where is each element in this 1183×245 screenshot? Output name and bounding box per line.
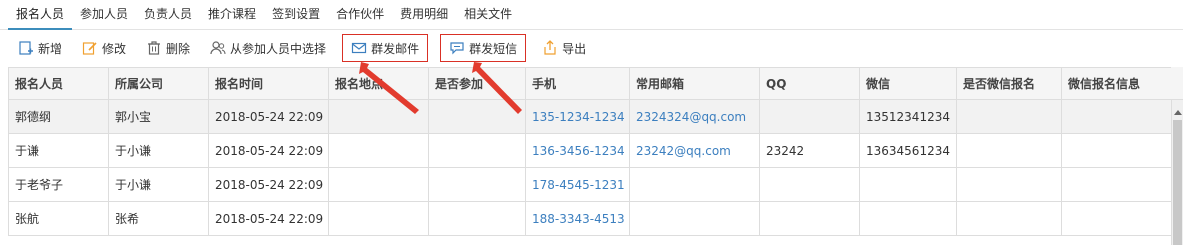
col-header-company[interactable]: 所属公司 xyxy=(108,67,209,100)
add-button[interactable]: 新增 xyxy=(14,35,66,61)
col-header-location[interactable]: 报名地点 xyxy=(328,67,429,100)
cell-time: 2018-05-24 22:09 xyxy=(208,99,329,134)
col-header-phone[interactable]: 手机 xyxy=(525,67,630,100)
cell-email[interactable]: 23242@qq.com xyxy=(629,133,760,168)
table-row[interactable]: 于谦 于小谦 2018-05-24 22:09 136-3456-1234 23… xyxy=(8,133,1172,168)
cell-wechat-registered xyxy=(956,167,1062,202)
cell-wechat-registered xyxy=(956,133,1062,168)
toolbar: 新增 修改 删除 从参加人员中选择 群发邮件 群发短信 导出 xyxy=(0,30,1183,66)
cell-attending xyxy=(428,99,526,134)
edit-button[interactable]: 修改 xyxy=(78,35,130,61)
select-from-participants-label: 从参加人员中选择 xyxy=(230,41,327,56)
cell-phone[interactable]: 135-1234-1234 xyxy=(525,99,630,134)
cell-wechat: 13634561234 xyxy=(859,133,957,168)
col-header-wechat-info[interactable]: 微信报名信息 xyxy=(1061,67,1172,100)
col-header-time[interactable]: 报名时间 xyxy=(208,67,329,100)
users-icon xyxy=(210,40,226,56)
cell-wechat-info xyxy=(1061,99,1172,134)
add-icon xyxy=(18,40,34,56)
edit-label: 修改 xyxy=(102,41,127,56)
table-row[interactable]: 于老爷子 于小谦 2018-05-24 22:09 178-4545-1231 xyxy=(8,167,1172,202)
cell-qq xyxy=(759,201,860,236)
cell-wechat-registered xyxy=(956,99,1062,134)
cell-phone[interactable]: 136-3456-1234 xyxy=(525,133,630,168)
cell-wechat xyxy=(859,167,957,202)
cell-phone[interactable]: 188-3343-4513 xyxy=(525,201,630,236)
cell-attending xyxy=(428,167,526,202)
cell-time: 2018-05-24 22:09 xyxy=(208,201,329,236)
cell-wechat-info xyxy=(1061,133,1172,168)
cell-time: 2018-05-24 22:09 xyxy=(208,133,329,168)
tab-partners[interactable]: 合作伙伴 xyxy=(328,0,392,30)
cell-wechat-info xyxy=(1061,167,1172,202)
trash-icon xyxy=(146,40,162,56)
tab-registrants[interactable]: 报名人员 xyxy=(8,0,73,30)
cell-registrant: 于谦 xyxy=(8,133,109,168)
col-header-qq[interactable]: QQ xyxy=(759,67,860,100)
tab-related-files[interactable]: 相关文件 xyxy=(456,0,520,30)
cell-wechat-info xyxy=(1061,201,1172,236)
header-scroll-filler xyxy=(1171,67,1183,100)
cell-company: 张希 xyxy=(108,201,209,236)
cell-email[interactable] xyxy=(629,201,760,236)
mass-sms-button[interactable]: 群发短信 xyxy=(440,34,527,62)
registrants-grid: 报名人员 所属公司 报名时间 报名地点 是否参加 手机 常用邮箱 QQ 微信 是… xyxy=(8,67,1172,236)
delete-button[interactable]: 删除 xyxy=(142,35,194,61)
col-header-attending[interactable]: 是否参加 xyxy=(428,67,526,100)
tab-courses[interactable]: 推介课程 xyxy=(200,0,264,30)
registrants-table: 报名人员 所属公司 报名时间 报名地点 是否参加 手机 常用邮箱 QQ 微信 是… xyxy=(8,67,1172,236)
cell-phone[interactable]: 178-4545-1231 xyxy=(525,167,630,202)
mail-icon xyxy=(351,40,367,56)
mass-email-label: 群发邮件 xyxy=(371,41,420,56)
cell-qq: 23242 xyxy=(759,133,860,168)
tab-participants[interactable]: 参加人员 xyxy=(72,0,136,30)
cell-qq xyxy=(759,99,860,134)
col-header-email[interactable]: 常用邮箱 xyxy=(629,67,760,100)
cell-email[interactable] xyxy=(629,167,760,202)
edit-icon xyxy=(82,40,98,56)
cell-email[interactable]: 2324324@qq.com xyxy=(629,99,760,134)
table-header-row: 报名人员 所属公司 报名时间 报名地点 是否参加 手机 常用邮箱 QQ 微信 是… xyxy=(8,67,1172,100)
table-row[interactable]: 郭德纲 郭小宝 2018-05-24 22:09 135-1234-1234 2… xyxy=(8,99,1172,134)
cell-time: 2018-05-24 22:09 xyxy=(208,167,329,202)
select-from-participants-button[interactable]: 从参加人员中选择 xyxy=(206,35,330,61)
tab-checkin-settings[interactable]: 签到设置 xyxy=(264,0,328,30)
cell-registrant: 张航 xyxy=(8,201,109,236)
export-label: 导出 xyxy=(562,41,587,56)
cell-registrant: 郭德纲 xyxy=(8,99,109,134)
cell-company: 于小谦 xyxy=(108,133,209,168)
add-label: 新增 xyxy=(38,41,63,56)
col-header-registrant[interactable]: 报名人员 xyxy=(8,67,109,100)
cell-wechat-registered xyxy=(956,201,1062,236)
col-header-wechat-registered[interactable]: 是否微信报名 xyxy=(956,67,1062,100)
export-icon xyxy=(542,40,558,56)
mass-sms-label: 群发短信 xyxy=(469,41,518,56)
cell-location xyxy=(328,167,429,202)
cell-attending xyxy=(428,133,526,168)
tab-expense-details[interactable]: 费用明细 xyxy=(392,0,456,30)
delete-label: 删除 xyxy=(166,41,191,56)
mass-email-button[interactable]: 群发邮件 xyxy=(342,34,429,62)
vertical-scrollbar[interactable] xyxy=(1171,100,1183,245)
table-row[interactable]: 张航 张希 2018-05-24 22:09 188-3343-4513 xyxy=(8,201,1172,236)
cell-company: 于小谦 xyxy=(108,167,209,202)
cell-location xyxy=(328,99,429,134)
cell-wechat: 13512341234 xyxy=(859,99,957,134)
tab-bar: 报名人员 参加人员 负责人员 推介课程 签到设置 合作伙伴 费用明细 相关文件 xyxy=(0,0,1183,30)
cell-qq xyxy=(759,167,860,202)
cell-location xyxy=(328,201,429,236)
cell-company: 郭小宝 xyxy=(108,99,209,134)
tab-responsible[interactable]: 负责人员 xyxy=(136,0,200,30)
cell-attending xyxy=(428,201,526,236)
export-button[interactable]: 导出 xyxy=(538,35,590,61)
cell-location xyxy=(328,133,429,168)
scroll-up-arrow-icon[interactable] xyxy=(1174,110,1182,115)
cell-registrant: 于老爷子 xyxy=(8,167,109,202)
col-header-wechat[interactable]: 微信 xyxy=(859,67,957,100)
cell-wechat xyxy=(859,201,957,236)
scroll-thumb[interactable] xyxy=(1173,120,1182,245)
message-icon xyxy=(449,40,465,56)
